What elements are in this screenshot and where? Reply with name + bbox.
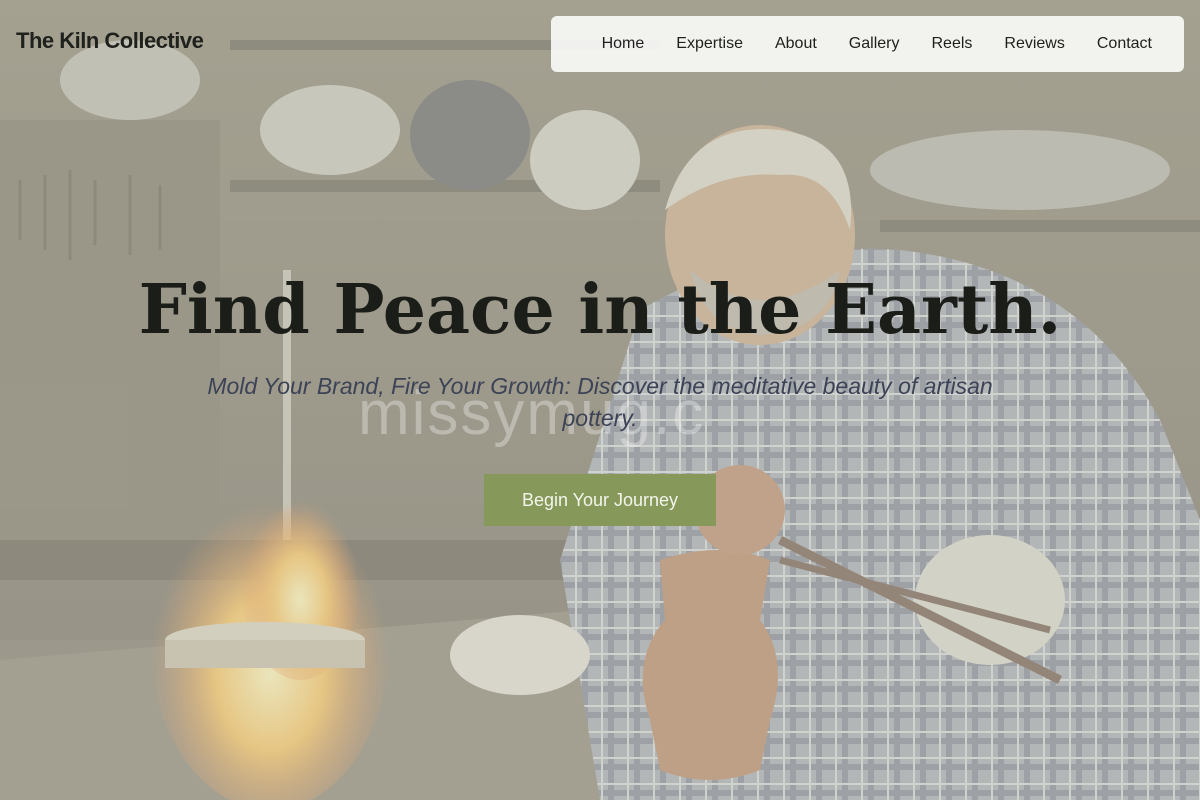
- nav-item-contact[interactable]: Contact: [1097, 36, 1152, 52]
- nav-item-home[interactable]: Home: [602, 36, 645, 52]
- hero-title: Find Peace in the Earth.: [138, 270, 1062, 350]
- brand-logo[interactable]: The Kiln Collective: [16, 28, 204, 54]
- nav-item-reels[interactable]: Reels: [931, 36, 972, 52]
- nav-item-gallery[interactable]: Gallery: [849, 36, 900, 52]
- hero-subtitle: Mold Your Brand, Fire Your Growth: Disco…: [207, 373, 993, 431]
- main-nav: Home Expertise About Gallery Reels Revie…: [551, 16, 1184, 72]
- nav-item-expertise[interactable]: Expertise: [676, 36, 743, 52]
- nav-item-reviews[interactable]: Reviews: [1004, 36, 1064, 52]
- nav-item-about[interactable]: About: [775, 36, 817, 52]
- begin-journey-button[interactable]: Begin Your Journey: [484, 474, 716, 526]
